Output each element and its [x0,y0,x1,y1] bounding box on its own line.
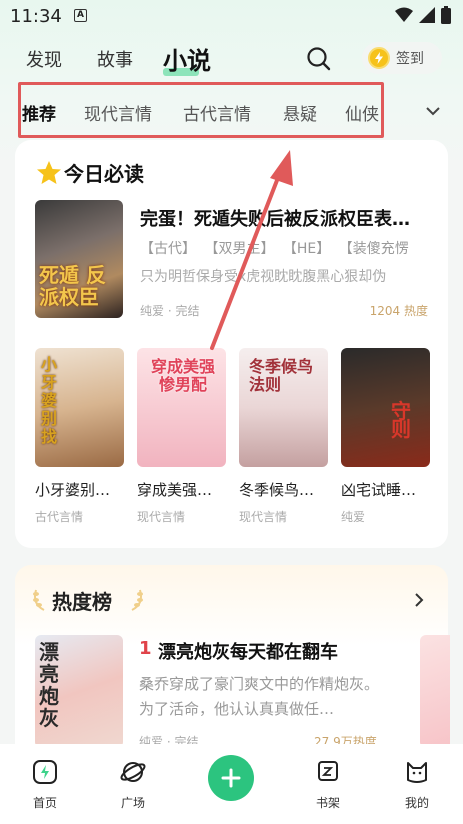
hot-book-title[interactable]: 漂亮炮灰每天都在翻车 [158,638,338,664]
signin-button[interactable]: 签到 [362,42,442,74]
book-title: 凶宅试睡… [341,481,417,499]
book-title: 穿成美强… [137,481,213,499]
book-card[interactable]: 小牙婆别找 小牙婆别… 古代言情 [35,348,124,525]
cover-art-text: 穿成美强惨男配 [150,357,215,394]
book-cover: 冬季候鸟法则 [239,348,328,467]
book-tag: 现代言情 [137,510,186,524]
book-card[interactable]: 穿成美强惨男配 穿成美强… 现代言情 [137,348,226,525]
tab-discover[interactable]: 发现 [26,46,62,72]
tag: 【装傻充愣 [338,241,409,257]
tag: 【HE】 [282,241,331,257]
book-tag: 古代言情 [35,510,84,524]
nav-square[interactable]: 广场 [103,758,163,811]
book-title: 小牙婆别… [35,481,111,499]
tag: 【双男主】 [204,241,275,257]
book-tag: 现代言情 [239,510,288,524]
add-button[interactable] [208,755,254,801]
cover-art-text: 死遁 反派权臣 [39,263,106,309]
status-time: 11:34 [10,6,62,27]
laurel-left-icon [33,589,45,611]
header: 发现 故事 小说 签到 [0,40,463,80]
book-cover: 小牙婆别找 [35,348,124,467]
book-cover: 穿成美强惨男配 [137,348,226,467]
chevron-down-icon[interactable] [424,104,442,118]
planet-icon [120,762,146,782]
nav-bookshelf[interactable]: 书架 [298,758,358,811]
hot-book-desc: 桑乔穿成了豪门爽文中的作精炮灰。为了活命，他认认真真做任… [139,675,380,718]
nav-label: 我的 [404,796,429,810]
status-icons [395,6,451,24]
hot-rank: 1 [139,638,152,659]
book-title: 冬季候鸟… [239,481,315,499]
coin-icon [368,47,390,69]
tag: 【古代】 [140,241,196,257]
bottom-nav: 首页 广场 书架 我的 [0,744,463,824]
featured-book-desc: 只为明哲保身受x虎视眈眈腹黑心狠却伪 [140,269,387,285]
book-card[interactable]: 守则 凶宅试睡… 纯爱 [341,348,430,525]
nav-label: 广场 [120,796,145,810]
tab-novel[interactable]: 小说 [163,41,211,76]
annotation-highlight-box [18,82,384,138]
nav-label: 首页 [32,796,57,810]
cover-art-text: 小牙婆别找 [41,355,58,446]
notification-icon: A [74,9,87,22]
featured-book-meta: 纯爱 · 完结 [140,304,200,318]
chevron-right-icon[interactable] [413,592,425,608]
book-card[interactable]: 冬季候鸟法则 冬季候鸟… 现代言情 [239,348,328,525]
nav-home[interactable]: 首页 [15,758,75,811]
featured-book-tags: 【古代】 【双男主】 【HE】 【装傻充愣 [140,238,435,258]
cover-art-text: 漂亮炮灰 [39,640,59,730]
featured-book-title[interactable]: 完蛋！死遁失败后被反派权臣表… [140,205,435,231]
nav-label: 书架 [315,796,340,810]
signal-icon [419,7,435,23]
featured-book-cover[interactable]: 死遁 反派权臣 [35,200,123,318]
book-cover: 守则 [341,348,430,467]
search-icon[interactable] [306,46,332,72]
wifi-icon [395,7,413,22]
tab-story[interactable]: 故事 [97,46,133,72]
cover-art-text: 冬季候鸟法则 [249,357,314,394]
next-book-cover[interactable] [420,635,450,748]
home-icon [33,760,57,784]
star-icon [37,161,61,184]
featured-book-heat: 1204 热度 [369,304,428,318]
laurel-right-icon [131,589,143,611]
hot-book-cover[interactable]: 漂亮炮灰 [35,635,123,748]
section-title-hot: 热度榜 [52,590,112,614]
nav-profile[interactable]: 我的 [387,758,447,811]
plus-icon [221,768,241,788]
battery-icon [441,6,451,24]
status-bar: 11:34 A [0,0,463,32]
book-tag: 纯爱 [341,510,366,524]
section-title-daily: 今日必读 [64,162,144,186]
signin-label: 签到 [396,51,424,67]
cover-art-text: 守则 [391,399,411,441]
cat-profile-icon [407,762,427,783]
bookshelf-icon [318,761,338,781]
